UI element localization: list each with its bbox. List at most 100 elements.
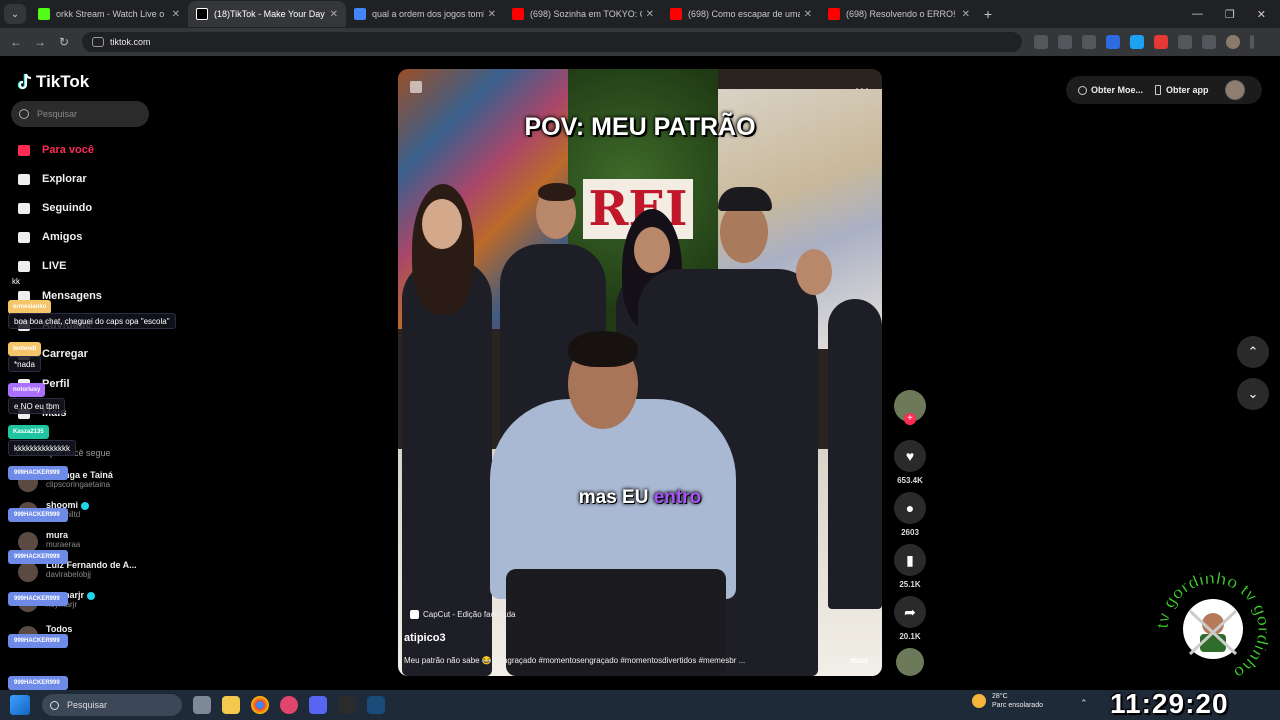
site-info-icon[interactable] [92, 37, 104, 47]
get-app-label: Obter app [1166, 85, 1209, 95]
previous-video-button[interactable]: ⌃ [1237, 336, 1269, 368]
share-button[interactable]: ➦ 20.1K [893, 596, 927, 641]
profile-avatar[interactable] [1224, 80, 1245, 100]
search-icon [19, 109, 29, 119]
heart-icon[interactable]: ♥ [894, 440, 926, 472]
video-author[interactable]: atipico3 [404, 632, 446, 644]
start-button[interactable] [10, 695, 30, 715]
compass-icon [18, 174, 30, 185]
author-avatar-button[interactable]: + [893, 390, 927, 425]
following-account[interactable]: mura muraeraa [18, 530, 80, 552]
extension-icon[interactable] [1106, 35, 1120, 49]
music-disc-icon[interactable] [896, 648, 924, 676]
sidebar-item-label: Amigos [42, 231, 83, 243]
comment-button[interactable]: ● 2603 [893, 492, 927, 537]
tray-expand-icon[interactable]: ⌃ [1080, 698, 1088, 709]
taskbar-search[interactable]: Pesquisar [42, 694, 182, 716]
sidebar-item-live[interactable]: LIVE [16, 258, 66, 274]
weather-widget[interactable]: 28°C Parc ensolarado [972, 692, 1043, 710]
tab-search-button[interactable]: ⌄ [4, 4, 26, 24]
install-app-icon[interactable] [1058, 35, 1072, 49]
restore-icon[interactable]: ❐ [1225, 8, 1235, 21]
save-button[interactable]: ▮ 25.1K [893, 544, 927, 589]
extensions-puzzle-icon[interactable] [1178, 35, 1192, 49]
browser-tab[interactable]: qual a ordem dos jogos tomb ✕ [346, 1, 504, 27]
steam-icon[interactable] [367, 696, 385, 714]
tab-close-icon[interactable]: ✕ [488, 9, 496, 20]
epic-games-icon[interactable] [338, 696, 356, 714]
close-window-icon[interactable]: ✕ [1257, 8, 1266, 21]
new-tab-button[interactable]: + [978, 6, 998, 22]
browser-tab[interactable]: (18)TikTok - Make Your Day ✕ [188, 1, 346, 27]
tab-favicon-icon [354, 8, 366, 20]
tiktok-logo[interactable]: TikTok [16, 72, 89, 92]
chat-spam-row: 999HACKER999 [8, 676, 68, 690]
avatar [18, 562, 38, 582]
browser-tab[interactable]: (698) Como escapar de uma pr ✕ [662, 1, 820, 27]
reading-list-icon[interactable] [1202, 35, 1216, 49]
reload-icon[interactable]: ↻ [52, 35, 76, 49]
next-video-button[interactable]: ⌄ [1237, 378, 1269, 410]
chat-spam-row: 999HACKER999 [8, 466, 68, 480]
browser-menu-icon[interactable] [1250, 35, 1254, 49]
get-app-button[interactable]: Obter app [1155, 85, 1209, 95]
person-figure [796, 249, 832, 295]
minimize-icon[interactable]: — [1192, 8, 1203, 20]
capcut-tag[interactable]: CapCut - Edição facilitada [410, 610, 516, 619]
tab-close-icon[interactable]: ✕ [172, 9, 180, 20]
logo-text: TikTok [36, 72, 90, 91]
like-button[interactable]: ♥ 653.4K [893, 440, 927, 485]
tab-close-icon[interactable]: ✕ [962, 9, 970, 20]
extension-icon[interactable] [1130, 35, 1144, 49]
discord-icon[interactable] [309, 696, 327, 714]
tab-close-icon[interactable]: ✕ [646, 9, 654, 20]
more-options-icon[interactable]: ··· [855, 81, 870, 95]
chat-message: boa boa chat, cheguei do caps opa "escol… [8, 313, 176, 329]
file-explorer-icon[interactable] [222, 696, 240, 714]
browser-tab[interactable]: orkk Stream - Watch Live o ✕ [30, 1, 188, 27]
translate-icon[interactable] [1034, 35, 1048, 49]
tab-title: (698) Como escapar de uma pr [688, 9, 800, 19]
sidebar-item-label: Para você [42, 144, 94, 156]
browser-tab[interactable]: (698) Resolvendo o ERRO! Uni ✕ [820, 1, 978, 27]
task-view-icon[interactable] [193, 696, 211, 714]
sidebar-item-home[interactable]: Para você [16, 142, 94, 158]
sidebar-item-label: Perfil [42, 378, 70, 390]
share-icon[interactable]: ➦ [894, 596, 926, 628]
sidebar-item-following[interactable]: Seguindo [16, 200, 92, 216]
volume-icon[interactable] [410, 81, 422, 93]
account-name: Todos [46, 624, 72, 634]
extension-icon[interactable] [1154, 35, 1168, 49]
app-icon[interactable] [280, 696, 298, 714]
weather-desc: Parc ensolarado [992, 702, 1043, 709]
tab-close-icon[interactable]: ✕ [330, 9, 338, 20]
search-icon [50, 700, 59, 710]
search-input[interactable]: Pesquisar [11, 101, 149, 127]
bookmark-star-icon[interactable] [1082, 35, 1096, 49]
music-disc-button[interactable] [893, 648, 927, 676]
friends-icon [18, 232, 30, 243]
verified-icon [81, 501, 90, 510]
profile-avatar-icon[interactable] [1226, 35, 1240, 49]
account-name-text: Todos [46, 624, 73, 634]
bookmark-icon[interactable]: ▮ [894, 544, 926, 576]
get-coins-button[interactable]: Obter Moe... [1078, 85, 1143, 95]
back-icon[interactable]: ← [4, 35, 28, 49]
tab-close-icon[interactable]: ✕ [804, 9, 812, 20]
follow-plus-icon[interactable]: + [904, 413, 916, 425]
browser-tab[interactable]: (698) Sozinha em TOKYO: QUA ✕ [504, 1, 662, 27]
chat-username: Kasza2135 [8, 425, 49, 439]
home-icon [18, 145, 30, 156]
chrome-icon[interactable] [251, 696, 269, 714]
comment-icon[interactable]: ● [894, 492, 926, 524]
address-bar[interactable]: tiktok.com [82, 32, 1022, 52]
chat-spam-row: 999HACKER999 [8, 508, 68, 522]
windows-taskbar: Pesquisar 28°C Parc ensolarado ⌃ 11:29:2… [0, 688, 1280, 720]
video-player[interactable]: REI ··· POV: MEU PATRÃO mas EU entro Cap… [398, 69, 882, 676]
chat-username: 999HACKER999 [8, 508, 68, 522]
sidebar-item-compass[interactable]: Explorar [16, 171, 87, 187]
forward-icon[interactable]: → [28, 35, 52, 49]
sidebar-item-friends[interactable]: Amigos [16, 229, 82, 245]
more-link[interactable]: mais [850, 656, 868, 665]
chat-spam-row: 999HACKER999 [8, 634, 68, 648]
